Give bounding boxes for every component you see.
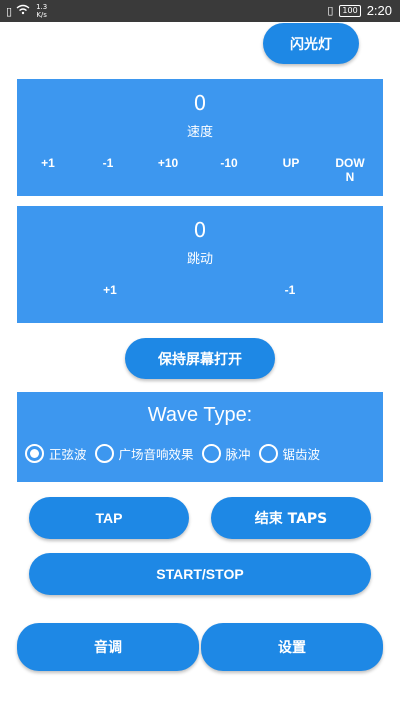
flashlight-button[interactable]: 闪光灯 — [263, 23, 359, 64]
jump-panel: 0 跳动 +1 -1 — [17, 206, 383, 323]
radio-unchecked-icon — [94, 444, 114, 463]
speed-label: 速度 — [186, 125, 213, 140]
speed-down-button[interactable]: DOW N — [330, 156, 370, 184]
wave-type-panel: Wave Type: 正弦波 广场音响效果 脉冲 锯齿波 — [17, 392, 383, 482]
wave-type-radio-group: 正弦波 广场音响效果 脉冲 锯齿波 — [25, 444, 328, 463]
wave-option-sawtooth[interactable]: 锯齿波 — [258, 444, 320, 463]
wave-option-sine[interactable]: 正弦波 — [25, 444, 87, 463]
tone-button[interactable]: 音调 — [17, 623, 199, 671]
status-bar: ▯ 1.3 K/s ▯ 100 2:20 — [0, 0, 400, 22]
network-speed: 1.3 K/s — [36, 3, 48, 19]
speed-up-button[interactable]: UP — [276, 156, 306, 170]
speed-minus-10-button[interactable]: -10 — [212, 156, 246, 170]
wifi-icon — [16, 4, 30, 18]
radio-unchecked-icon — [201, 444, 221, 463]
battery-icon: 100 — [339, 4, 361, 17]
radio-checked-icon — [25, 444, 44, 463]
jump-label: 跳动 — [186, 252, 213, 267]
tap-button[interactable]: TAP — [29, 497, 189, 539]
start-stop-button[interactable]: START/STOP — [29, 553, 371, 595]
speed-minus-1-button[interactable]: -1 — [93, 156, 123, 170]
settings-button[interactable]: 设置 — [201, 623, 383, 671]
speed-plus-10-button[interactable]: +10 — [150, 156, 186, 170]
end-taps-button[interactable]: 结束 TAPS — [211, 497, 371, 539]
vibrate-icon: ▯ — [327, 4, 334, 17]
wave-type-title: Wave Type: — [147, 404, 253, 426]
speed-value: 0 — [193, 91, 207, 115]
jump-value: 0 — [193, 218, 207, 242]
wave-option-square[interactable]: 广场音响效果 — [94, 444, 194, 463]
jump-plus-1-button[interactable]: +1 — [95, 283, 125, 297]
jump-minus-1-button[interactable]: -1 — [275, 283, 305, 297]
speed-plus-1-button[interactable]: +1 — [33, 156, 63, 170]
keep-screen-on-button[interactable]: 保持屏幕打开 — [125, 338, 275, 379]
sim-icon: ▯ — [6, 4, 13, 18]
speed-panel: 0 速度 +1 -1 +10 -10 UP DOW N — [17, 79, 383, 196]
wave-option-pulse[interactable]: 脉冲 — [201, 444, 251, 463]
clock: 2:20 — [366, 3, 392, 18]
radio-unchecked-icon — [258, 444, 278, 463]
